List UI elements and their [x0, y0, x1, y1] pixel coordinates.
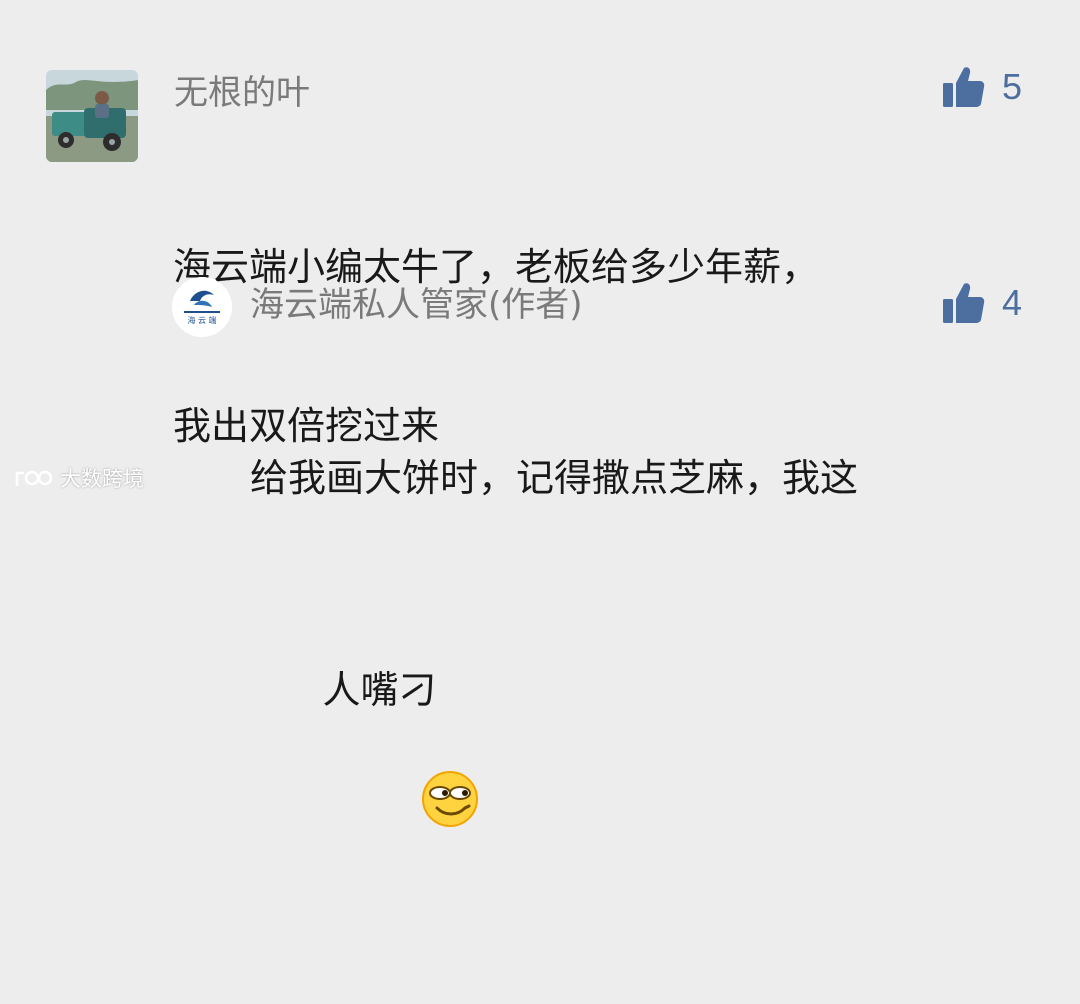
watermark: 大数跨境 — [14, 463, 144, 493]
watermark-text: 大数跨境 — [60, 467, 144, 491]
like-button[interactable]: 4 — [940, 280, 1022, 326]
reply-text: 给我画大饼时，记得撒点芝麻，我这 人嘴刁 — [250, 346, 1030, 1004]
brand-mark-icon — [15, 470, 53, 487]
avatar[interactable] — [46, 70, 138, 162]
like-count: 5 — [1002, 66, 1023, 107]
smirk-emoji-icon-svg — [422, 771, 479, 827]
author-avatar[interactable]: 海 云 端 — [172, 277, 232, 337]
smirk-emoji-icon — [324, 717, 479, 895]
reply-text-line: 给我画大饼时，记得撒点芝麻，我这 — [250, 456, 859, 500]
avatar-photo — [46, 70, 138, 162]
like-button[interactable]: 5 — [940, 64, 1022, 110]
reply-author[interactable]: 海云端私人管家(作者) — [250, 285, 583, 325]
like-count: 4 — [1002, 282, 1023, 323]
thumbs-up-icon — [943, 283, 985, 323]
reply-text-line: 人嘴刁 — [250, 611, 1030, 948]
comment-author[interactable]: 无根的叶 — [174, 73, 310, 113]
logo-text: 海 云 端 — [187, 315, 216, 325]
thumbs-up-icon — [943, 67, 985, 107]
brand-logo-icon: 海 云 端 — [172, 277, 232, 337]
reply-text-part: 人嘴刁 — [322, 668, 437, 712]
